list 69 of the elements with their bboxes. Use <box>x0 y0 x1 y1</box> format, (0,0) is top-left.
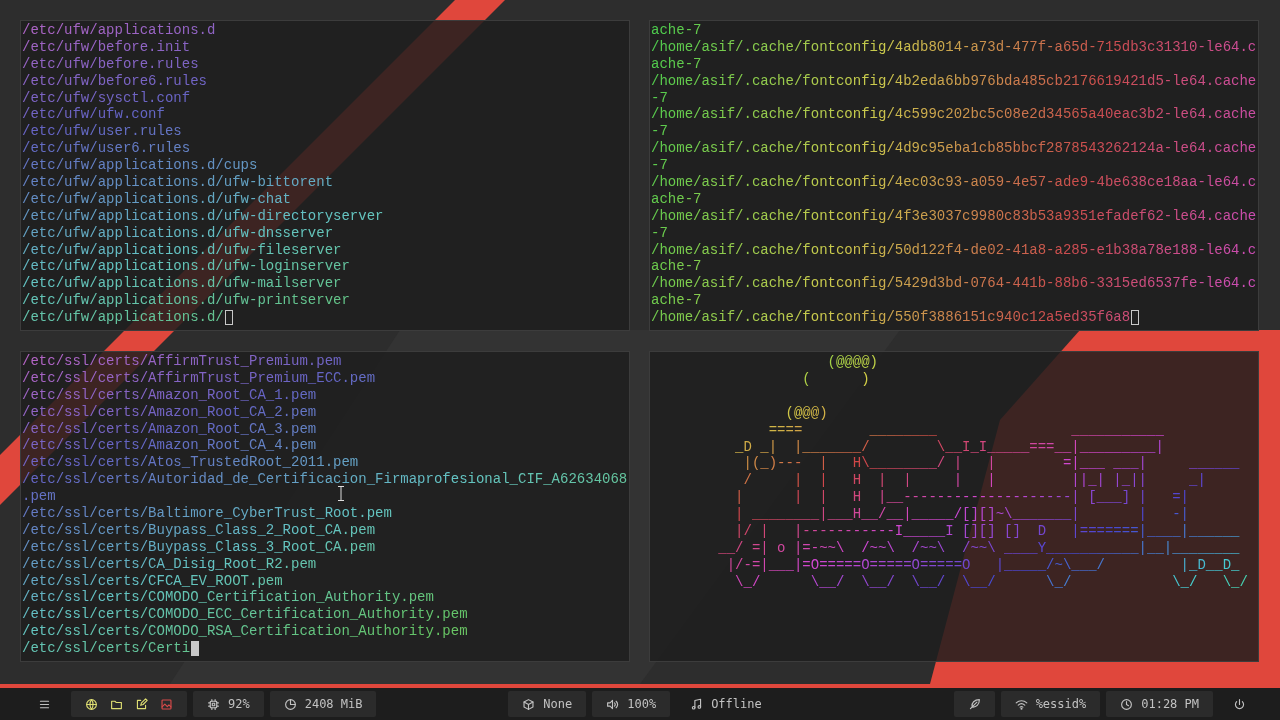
terminal-line: /etc/ssl/certs/Buypass_Class_2_Root_CA.pem <box>22 521 376 539</box>
terminal-line: /home/asif/.cache/fontconfig/50d122f4-de02-41a8-a285-e1b38a78e188-le64.c <box>651 241 1257 259</box>
terminal-line: ache-7 <box>651 258 702 276</box>
memory-indicator[interactable]: 2408 MiB <box>269 691 377 717</box>
terminal-line: /etc/ssl/certs/COMODO_RSA_Certification_Authority.pem <box>22 623 468 641</box>
terminal-line: /etc/ufw/applications.d/ufw-directoryserver <box>22 207 384 225</box>
terminal-line: /home/asif/.cache/fontconfig/4ec03c93-a059-4e57-ade9-4be638ce18aa-le64.c <box>651 174 1257 191</box>
terminal-line: /etc/ufw/before6.rules <box>22 72 207 90</box>
indicator-label: Offline <box>711 697 762 711</box>
terminal-line: -7 <box>651 89 668 107</box>
terminal-line: /etc/ufw/applications.d <box>22 22 216 39</box>
terminal-line: /etc/ufw/user.rules <box>22 123 182 141</box>
terminal-line: /etc/ssl/certs/AffirmTrust_Premium.pem <box>22 353 342 370</box>
terminal-line: ache-7 <box>651 292 702 310</box>
terminal-line: /etc/ssl/certs/COMODO_Certification_Authority.pem <box>22 589 434 607</box>
terminal-line: /home/asif/.cache/fontconfig/4d9c95eba1cb85bbcf2878543262124a-le64.cache <box>651 140 1257 158</box>
terminal-line: /etc/ssl/certs/Baltimore_CyberTrust_Root.pem <box>22 505 392 522</box>
terminal-line: /etc/ufw/before.init <box>22 38 191 56</box>
clock-indicator[interactable]: 01:28 PM <box>1106 691 1213 717</box>
terminal-line: /etc/ssl/certs/CFCA_EV_ROOT.pem <box>22 572 283 590</box>
terminal-line: /etc/ufw/ufw.conf <box>22 106 165 124</box>
indicator-label: %essid% <box>1035 697 1087 711</box>
terminal-line: /etc/ssl/certs/Amazon_Root_CA_3.pem <box>22 420 317 438</box>
terminal-line: /etc/ufw/applications.d/cups <box>22 157 258 174</box>
terminal-line: ache-7 <box>651 55 702 73</box>
terminal-line: /etc/ssl/certs/CA_Disig_Root_R2.pem <box>22 555 317 573</box>
terminal-line: /etc/ssl/certs/Certi <box>22 640 200 658</box>
terminal-line: /etc/ufw/before.rules <box>22 55 199 73</box>
terminal-line: /etc/ufw/applications.d/ufw-dnsserver <box>22 224 334 242</box>
indicator-label: None <box>543 697 573 711</box>
terminal-line: /home/asif/.cache/fontconfig/5429d3bd-0764-441b-88b6-3315ed6537fe-le64.c <box>651 275 1257 293</box>
terminal-line: /etc/ssl/certs/Amazon_Root_CA_1.pem <box>22 386 317 404</box>
wifi-indicator[interactable]: %essid% <box>1000 691 1101 717</box>
terminal-line: /etc/ufw/applications.d/ <box>22 309 233 327</box>
volume-indicator[interactable]: 100% <box>592 691 671 717</box>
terminal-line: /home/asif/.cache/fontconfig/4adb8014-a73d-477f-a65d-715db3c31310-le64.c <box>651 38 1257 56</box>
terminal-line: /home/asif/.cache/fontconfig/4f3e3037c9980c83b53a9351efadef62-le64.cache <box>651 207 1257 225</box>
indicator-label: 100% <box>627 697 657 711</box>
terminal-line: /etc/ufw/applications.d/ufw-mailserver <box>22 275 342 293</box>
terminal-line: /etc/ssl/certs/AffirmTrust_Premium_ECC.pem <box>22 369 376 387</box>
terminal-line: /etc/ufw/sysctl.conf <box>22 89 191 107</box>
terminal-line: /etc/ufw/applications.d/ufw-chat <box>22 190 291 208</box>
terminal-line: /etc/ufw/applications.d/ufw-bittorent <box>22 174 334 191</box>
terminal-line: /etc/ssl/certs/Amazon_Root_CA_4.pem <box>22 437 317 455</box>
package-indicator[interactable]: None <box>508 691 587 717</box>
terminal-line: /etc/ssl/certs/Amazon_Root_CA_2.pem <box>22 403 317 421</box>
terminal-line: /home/asif/.cache/fontconfig/4c599c202bc5c08e2d34565a40eac3b2-le64.cache <box>651 106 1257 124</box>
terminal-line: -7 <box>651 224 668 242</box>
terminal-line: /home/asif/.cache/fontconfig/4b2eda6bb976bda485cb2176619421d5-le64.cache <box>651 72 1257 90</box>
music-indicator[interactable]: Offline <box>676 691 776 717</box>
indicator-label: 92% <box>228 697 250 711</box>
terminal-line: .pem <box>22 488 56 505</box>
terminal-line: /etc/ssl/certs/Autoridad_de_Certificacion_Firmaprofesional_CIF_A62634068 <box>22 471 628 489</box>
terminal-line: /etc/ssl/certs/Buypass_Class_3_Root_CA.pem <box>22 538 376 556</box>
indicator-label: 2408 MiB <box>304 697 363 711</box>
ascii-train-art: (@@@@) ( ) (@@@) ==== ________ ___________ _D _| |_______/ \__I_I_____===__|_________| |(_)--- | H\________/ | | =|___ ___| ______ / | | H | | | | ||_| |_|| _| | | | H |__--------------------| [___] | =| | ________|___H__/__|_____/[][]~\_______| | -| |/ | |-----------I_____I [][] [] D |=======|____|______ __/ =| o |=-~~\ /~~\ /~~\ /~~\ ____Y___________|__|________ |/-=|___|=O=====O=====O=====O |_____/~\___/ |_D__D_ \_/ \__/ \__/ \__/ \__/ \_/ \_/ \_/ <box>717 354 1248 591</box>
terminal-line: -7 <box>651 123 668 141</box>
terminal-line: /etc/ssl/certs/Atos_TrustedRoot_2011.pem <box>22 454 359 472</box>
terminal-line: /etc/ufw/user6.rules <box>22 140 191 158</box>
terminal-line: -7 <box>651 157 668 174</box>
indicator-label: 01:28 PM <box>1141 697 1199 711</box>
terminal-line: /etc/ufw/applications.d/ufw-printserver <box>22 292 350 310</box>
terminal-line: /etc/ufw/applications.d/ufw-loginserver <box>22 258 350 276</box>
terminal-line: ache-7 <box>651 190 702 208</box>
terminal-line: /etc/ufw/applications.d/ufw-fileserver <box>22 241 342 259</box>
terminal-line: /etc/ssl/certs/COMODO_ECC_Certification_Authority.pem <box>22 606 468 624</box>
cpu-indicator[interactable]: 92% <box>193 691 264 717</box>
terminal-line: ache-7 <box>651 22 702 39</box>
terminal-line: /home/asif/.cache/fontconfig/550f3886151c940c12a5ed35f6a8 <box>651 309 1140 327</box>
